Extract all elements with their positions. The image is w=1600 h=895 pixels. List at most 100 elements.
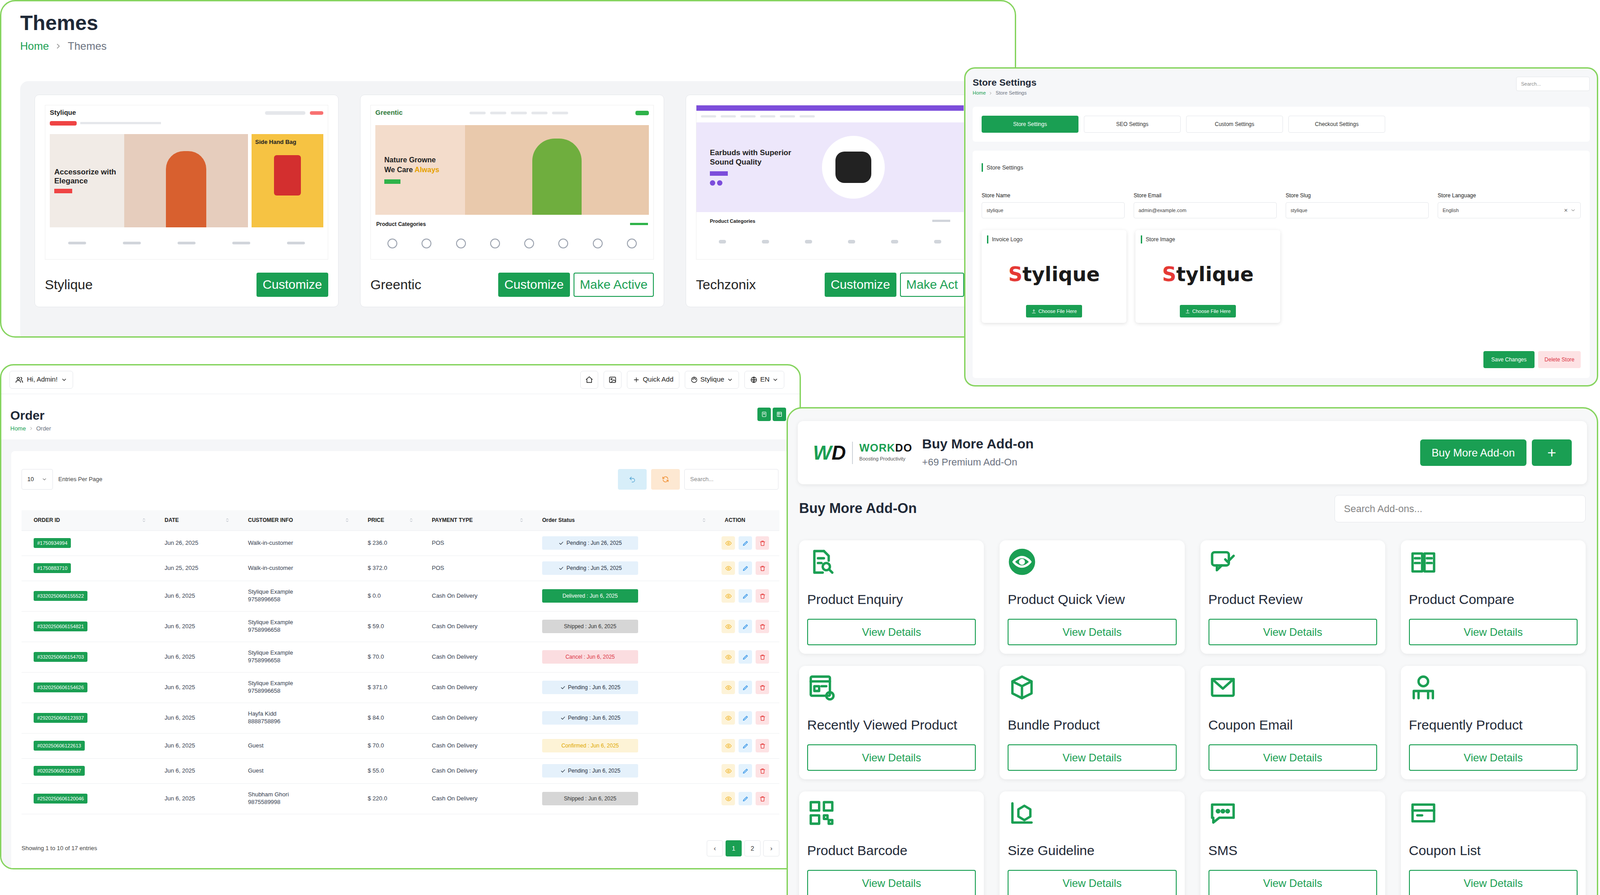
view-details-button[interactable]: View Details xyxy=(1007,618,1177,646)
order-id-badge[interactable]: #020250606122613 xyxy=(33,740,85,752)
edit-button[interactable] xyxy=(738,589,753,603)
column-header[interactable]: Order Status xyxy=(528,516,712,525)
clear-icon[interactable]: × xyxy=(1564,205,1568,216)
order-id-badge[interactable]: #3320250606154821 xyxy=(33,621,88,632)
customize-button[interactable]: Customize xyxy=(498,272,570,297)
save-button[interactable]: Save Changes xyxy=(1483,351,1535,369)
delete-button[interactable] xyxy=(755,650,770,664)
edit-button[interactable] xyxy=(738,711,753,725)
settings-tab[interactable]: Custom Settings xyxy=(1186,115,1283,133)
reset-button[interactable] xyxy=(617,469,647,490)
language-switcher[interactable]: EN xyxy=(744,370,785,389)
choose-file-button[interactable]: Choose File Here xyxy=(1026,304,1083,318)
settings-tab[interactable]: Store Settings xyxy=(981,115,1079,133)
view-button[interactable] xyxy=(721,561,735,575)
delete-button[interactable]: Delete Store xyxy=(1538,351,1581,369)
view-button[interactable] xyxy=(721,536,735,550)
page-button[interactable]: ‹ xyxy=(706,840,723,857)
view-details-button[interactable]: View Details xyxy=(807,618,976,646)
text-input[interactable]: stylique xyxy=(1285,202,1429,219)
view-details-button[interactable]: View Details xyxy=(1007,869,1177,895)
text-input[interactable]: admin@example.com xyxy=(1133,202,1277,219)
view-button[interactable] xyxy=(721,680,735,695)
column-header[interactable]: ORDER ID xyxy=(21,516,152,525)
page-button[interactable]: 1 xyxy=(725,840,742,857)
delete-button[interactable] xyxy=(755,791,770,806)
customize-button[interactable]: Customize xyxy=(256,272,329,297)
breadcrumb-link[interactable]: Home xyxy=(20,38,49,55)
view-details-button[interactable]: View Details xyxy=(1208,869,1378,895)
choose-file-button[interactable]: Choose File Here xyxy=(1179,304,1237,318)
make-active-button[interactable]: Make Act xyxy=(900,272,965,297)
make-active-button[interactable]: Make Active xyxy=(573,272,654,297)
home-button[interactable] xyxy=(580,370,599,389)
view-details-button[interactable]: View Details xyxy=(1408,869,1578,895)
column-header[interactable]: PAYMENT TYPE xyxy=(418,516,529,525)
view-button[interactable] xyxy=(721,791,735,806)
refresh-button[interactable] xyxy=(651,469,680,490)
order-id-badge[interactable]: #1750883710 xyxy=(33,563,71,574)
delete-button[interactable] xyxy=(755,739,770,753)
text-input[interactable]: stylique xyxy=(981,202,1125,219)
order-id-badge[interactable]: #1750934994 xyxy=(33,538,71,549)
quick-add-button[interactable]: Quick Add xyxy=(626,370,679,389)
column-header[interactable]: CUSTOMER INFO xyxy=(234,516,355,525)
breadcrumb-link[interactable]: Home xyxy=(972,89,986,97)
grid-view-button[interactable] xyxy=(772,407,787,422)
column-header[interactable]: PRICE xyxy=(354,516,419,525)
media-button[interactable] xyxy=(603,370,622,389)
column-header[interactable]: ACTION xyxy=(711,516,779,525)
view-button[interactable] xyxy=(721,764,735,778)
export-button[interactable] xyxy=(757,407,771,422)
edit-button[interactable] xyxy=(738,764,753,778)
customize-button[interactable]: Customize xyxy=(824,272,897,297)
delete-button[interactable] xyxy=(755,536,770,550)
view-details-button[interactable]: View Details xyxy=(1408,618,1578,646)
edit-button[interactable] xyxy=(738,791,753,806)
view-details-button[interactable]: View Details xyxy=(1007,744,1177,771)
edit-button[interactable] xyxy=(738,561,753,575)
add-button[interactable]: + xyxy=(1531,439,1572,466)
store-switcher[interactable]: Stylique xyxy=(684,370,740,389)
search-input[interactable] xyxy=(1334,495,1586,523)
view-details-button[interactable]: View Details xyxy=(1208,744,1378,771)
edit-button[interactable] xyxy=(738,650,753,664)
edit-button[interactable] xyxy=(738,536,753,550)
entries-select[interactable]: 10 xyxy=(21,469,53,490)
search-input[interactable] xyxy=(1516,76,1590,92)
delete-button[interactable] xyxy=(755,764,770,778)
buy-addon-button[interactable]: Buy More Add-on xyxy=(1420,439,1527,466)
edit-button[interactable] xyxy=(738,619,753,634)
delete-button[interactable] xyxy=(755,711,770,725)
edit-button[interactable] xyxy=(738,680,753,695)
view-details-button[interactable]: View Details xyxy=(807,869,976,895)
settings-tab[interactable]: Checkout Settings xyxy=(1288,115,1386,133)
view-details-button[interactable]: View Details xyxy=(807,744,976,771)
view-button[interactable] xyxy=(721,589,735,603)
delete-button[interactable] xyxy=(755,680,770,695)
breadcrumb-link[interactable]: Home xyxy=(10,424,27,434)
view-button[interactable] xyxy=(721,739,735,753)
order-id-badge[interactable]: #3320250606154703 xyxy=(33,652,88,663)
view-button[interactable] xyxy=(721,711,735,725)
delete-button[interactable] xyxy=(755,589,770,603)
language-select[interactable]: English× xyxy=(1437,202,1581,219)
page-button[interactable]: › xyxy=(763,840,780,857)
delete-button[interactable] xyxy=(755,561,770,575)
settings-tab[interactable]: SEO Settings xyxy=(1083,115,1181,133)
order-id-badge[interactable]: #2920250606123937 xyxy=(33,713,88,724)
view-details-button[interactable]: View Details xyxy=(1208,618,1378,646)
order-id-badge[interactable]: #3320250606154626 xyxy=(33,682,88,693)
order-id-badge[interactable]: #020250606122637 xyxy=(33,765,85,777)
view-button[interactable] xyxy=(721,619,735,634)
user-menu[interactable]: Hi, Admin! xyxy=(9,370,74,389)
delete-button[interactable] xyxy=(755,619,770,634)
view-button[interactable] xyxy=(721,650,735,664)
order-id-badge[interactable]: #2520250606120046 xyxy=(33,793,88,805)
page-button[interactable]: 2 xyxy=(744,840,761,857)
column-header[interactable]: DATE xyxy=(151,516,235,525)
search-input[interactable] xyxy=(684,469,779,490)
view-details-button[interactable]: View Details xyxy=(1408,744,1578,771)
edit-button[interactable] xyxy=(738,739,753,753)
order-id-badge[interactable]: #3320250606155522 xyxy=(33,591,88,602)
